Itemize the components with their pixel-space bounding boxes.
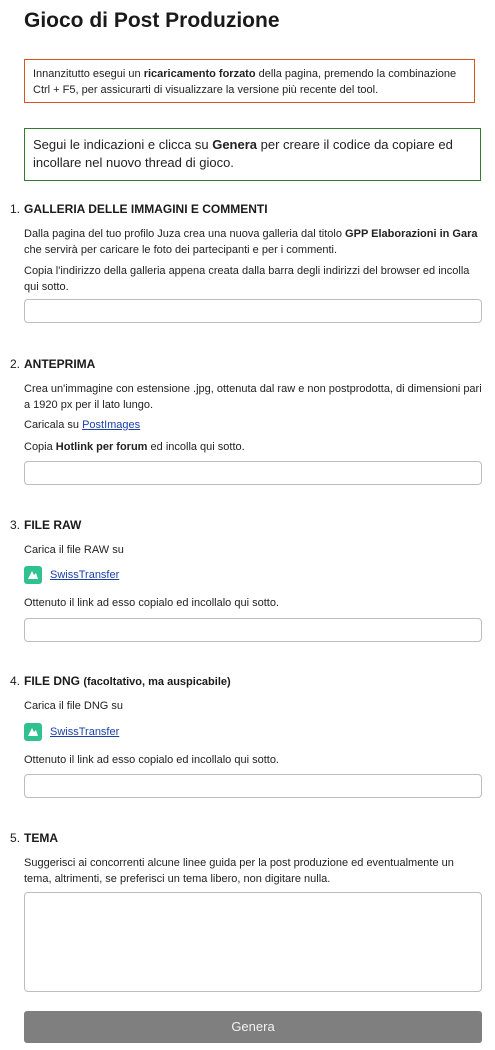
section-5-title: TEMA [24, 831, 58, 845]
swisstransfer-link-raw[interactable]: SwissTransfer [50, 567, 119, 583]
page-title: Gioco di Post Produzione [24, 9, 280, 32]
instructions-box: Segui le indicazioni e clicca su Genera … [24, 128, 481, 181]
section-3-paste-instructions: Ottenuto il link ad esso copialo ed inco… [24, 597, 279, 609]
section-4-upload-text: Carica il file DNG su [24, 700, 124, 712]
section-1-title: GALLERIA DELLE IMMAGINI E COMMENTI [24, 202, 268, 216]
section-3-heading: 3. FILE RAW [10, 517, 81, 533]
theme-textarea[interactable] [24, 892, 482, 992]
section-5-number: 5. [10, 831, 21, 845]
warning-text-start: Innanzitutto esegui un [33, 68, 144, 80]
gallery-title-bold: GPP Elaborazioni in Gara [345, 228, 478, 240]
upload-text: Caricala su [24, 419, 83, 431]
section-1-desc-end: che servirà per caricare le foto dei par… [24, 244, 338, 256]
swisstransfer-logo-icon [24, 566, 42, 584]
section-4-title: FILE DNG [24, 674, 80, 688]
section-1-copy-instructions: Copia l'indirizzo della galleria appena … [24, 265, 470, 293]
section-3-number: 3. [10, 518, 21, 532]
generate-button[interactable]: Genera [24, 1011, 482, 1043]
postimages-link[interactable]: PostImages [82, 419, 140, 431]
warning-text-bold: ricaricamento forzato [143, 68, 256, 80]
info-text-bold: Genera [212, 137, 258, 152]
section-4-subtitle: (facoltativo, ma auspicabile) [83, 676, 231, 688]
section-4-number: 4. [10, 674, 21, 688]
section-2-number: 2. [10, 357, 21, 371]
gallery-url-input[interactable] [24, 299, 482, 323]
section-1-number: 1. [10, 202, 21, 216]
section-4-paste-instructions: Ottenuto il link ad esso copialo ed inco… [24, 754, 279, 766]
section-2-copy-instructions: Copia Hotlink per forum ed incolla qui s… [24, 439, 484, 455]
section-3-title: FILE RAW [24, 518, 82, 532]
reload-warning-box: Innanzitutto esegui un ricaricamento for… [24, 59, 475, 103]
swisstransfer-link-dng[interactable]: SwissTransfer [50, 724, 119, 740]
section-2-description: Crea un'immagine con estensione .jpg, ot… [24, 383, 482, 411]
swisstransfer-logo-icon [24, 723, 42, 741]
section-5-description: Suggerisci ai concorrenti alcune linee g… [24, 857, 454, 885]
section-2-upload-line: Caricala su PostImages [24, 417, 484, 433]
section-5-heading: 5. TEMA [10, 830, 58, 846]
section-1-desc-start: Dalla pagina del tuo profilo Juza crea u… [24, 228, 346, 240]
info-text-start: Segui le indicazioni e clicca su [33, 137, 213, 152]
copy-text-start: Copia [24, 441, 56, 453]
swisstransfer-row-dng: SwissTransfer [24, 722, 119, 742]
section-2-title: ANTEPRIMA [24, 357, 96, 371]
preview-hotlink-input[interactable] [24, 461, 482, 485]
section-1-heading: 1. GALLERIA DELLE IMMAGINI E COMMENTI [10, 201, 268, 217]
section-2-heading: 2. ANTEPRIMA [10, 356, 95, 372]
section-1-description: Dalla pagina del tuo profilo Juza crea u… [24, 226, 484, 258]
hotlink-bold: Hotlink per forum [55, 441, 148, 453]
swisstransfer-row-raw: SwissTransfer [24, 565, 119, 585]
section-4-heading: 4. FILE DNG (facoltativo, ma auspicabile) [10, 673, 231, 690]
raw-file-link-input[interactable] [24, 618, 482, 642]
section-3-upload-text: Carica il file RAW su [24, 544, 124, 556]
copy-text-end: ed incolla qui sotto. [147, 441, 245, 453]
dng-file-link-input[interactable] [24, 774, 482, 798]
